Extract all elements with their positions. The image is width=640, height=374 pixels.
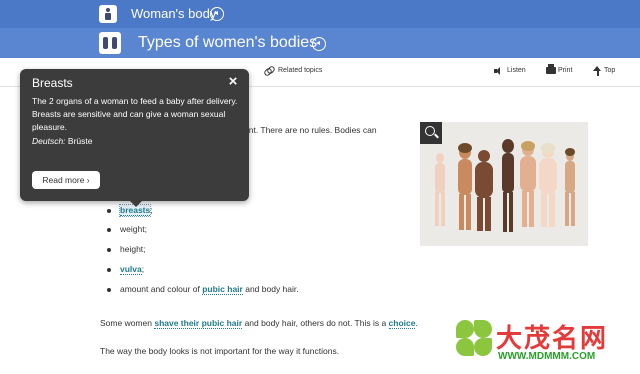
speaker-icon[interactable]: [312, 37, 326, 51]
section-bar: Types of women's bodies: [0, 28, 640, 58]
translation-label: Deutsch:: [32, 136, 66, 146]
speaker-icon[interactable]: [210, 7, 224, 21]
intro-text: ent. There are no rules. Bodies can: [244, 125, 377, 135]
tooltip-translation: Deutsch: Brüste: [32, 136, 93, 146]
list-item: amount and colour of pubic hair and body…: [120, 284, 299, 295]
women-figures-image: [435, 139, 575, 232]
watermark-url: WWW.MDMMM.COM: [498, 351, 596, 362]
text: and body hair, others do not. This is a: [242, 318, 389, 328]
bullet: [107, 288, 111, 292]
watermark-brand: 大茂名网: [496, 324, 609, 354]
text: Some women: [100, 318, 155, 328]
glossary-tooltip: Breasts × The 2 organs of a woman to fee…: [20, 69, 249, 207]
vulva-link[interactable]: vulva: [120, 264, 142, 275]
bullet: [107, 209, 111, 213]
woman-icon: [99, 5, 117, 23]
listen-button[interactable]: Listen: [507, 67, 526, 74]
translation-word: Brüste: [67, 136, 93, 146]
punctuation: ;: [150, 205, 153, 215]
category-title[interactable]: Woman's body: [131, 6, 216, 21]
clover-logo: [454, 318, 494, 358]
printer-icon[interactable]: [546, 64, 556, 74]
list-item: weight;: [120, 224, 147, 234]
print-button[interactable]: Print: [558, 67, 572, 74]
related-topics-link[interactable]: Related topics: [278, 67, 322, 74]
paragraph: Some women shave their pubic hair and bo…: [100, 318, 418, 329]
choice-link[interactable]: choice: [388, 318, 416, 329]
arrow-up-icon[interactable]: [593, 66, 602, 76]
bullet: [107, 248, 111, 252]
text: .: [415, 318, 418, 328]
pubic-hair-link[interactable]: pubic hair: [202, 284, 243, 295]
speaker-icon[interactable]: [494, 67, 502, 75]
watermark: 大茂名网 WWW.MDMMM.COM: [454, 318, 640, 374]
body-types-illustration[interactable]: [420, 122, 588, 246]
tooltip-title: Breasts: [32, 76, 73, 90]
list-item: vulva;: [120, 264, 145, 275]
link-icon[interactable]: [263, 65, 276, 77]
tooltip-definition: The 2 organs of a woman to feed a baby a…: [32, 96, 238, 132]
bullet: [107, 268, 111, 272]
women-icon: [99, 32, 121, 54]
shave-pubic-hair-link[interactable]: shave their pubic hair: [154, 318, 243, 329]
section-title: Types of women's bodies: [138, 34, 318, 51]
category-bar: Woman's body: [0, 0, 640, 28]
bullet: [107, 228, 111, 232]
zoom-in-icon[interactable]: [420, 122, 442, 144]
paragraph: The way the body looks is not important …: [100, 346, 340, 356]
top-button[interactable]: Top: [604, 67, 615, 74]
text: amount and colour of: [120, 284, 203, 294]
list-item: height;: [120, 244, 146, 254]
read-more-button[interactable]: Read more ›: [32, 171, 100, 189]
close-icon[interactable]: ×: [225, 74, 241, 90]
text: and body hair.: [242, 284, 299, 294]
punctuation: ;: [141, 264, 145, 274]
